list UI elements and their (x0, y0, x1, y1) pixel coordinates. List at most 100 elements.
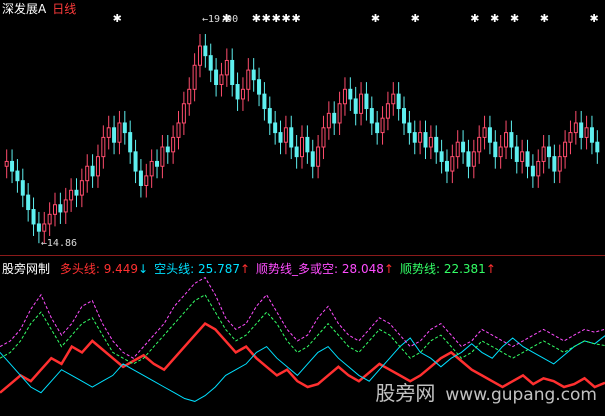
candle-body (332, 112, 337, 124)
candle-body (423, 132, 428, 148)
candle-body (267, 108, 272, 124)
candle-body (385, 103, 390, 119)
candle-body (498, 146, 503, 158)
candle-body (461, 141, 466, 153)
candle-body (471, 151, 476, 167)
candle-body (85, 165, 90, 182)
candle-body (568, 132, 573, 143)
candle-body (407, 122, 412, 134)
candle-body (514, 146, 519, 162)
candle-body (171, 136, 176, 153)
candle-body (402, 108, 407, 124)
candle-body (487, 127, 492, 143)
candle-body (4, 160, 9, 167)
candle-body (219, 74, 224, 86)
star-marker: ✱ (282, 12, 291, 25)
candle-body (450, 156, 455, 172)
watermark-text: 股旁网 (375, 381, 436, 405)
candle-body (375, 122, 380, 134)
candle-body (305, 136, 310, 153)
candle-body (391, 93, 396, 105)
candle-body (58, 204, 63, 213)
candle-body (434, 136, 439, 153)
candle-body (428, 136, 433, 148)
candle-body (278, 132, 283, 143)
star-marker: ✱ (252, 12, 261, 25)
candle-body (294, 146, 299, 158)
candle-body (26, 194, 31, 211)
candle-body (541, 146, 546, 162)
candle-body (525, 151, 530, 167)
candle-body (235, 84, 240, 100)
candle-body (466, 151, 471, 167)
stock-name: 深发展A (2, 2, 47, 16)
candle-body (589, 127, 594, 143)
candle-body (10, 160, 15, 172)
candle-body (112, 127, 117, 143)
candle-body (203, 45, 208, 57)
low-label: ←14.86 (41, 238, 77, 249)
candle-body (240, 88, 245, 100)
high-label: ←19.00 (202, 14, 238, 25)
candle-body (208, 55, 213, 71)
candle-body (128, 132, 133, 153)
candle-body (353, 98, 358, 114)
candle-body (273, 122, 278, 134)
candle-body (482, 127, 487, 138)
period-label[interactable]: 日线 (52, 2, 76, 16)
star-marker: ✱ (490, 12, 499, 25)
candle-body (520, 151, 525, 162)
candle-body (595, 141, 600, 153)
star-marker: ✱ (113, 12, 122, 25)
candle-body (133, 151, 138, 172)
candle-body (106, 127, 111, 138)
candle-body (224, 59, 229, 76)
candle-body (579, 122, 584, 138)
star-marker: ✱ (470, 12, 479, 25)
candle-body (246, 69, 251, 90)
star-marker: ✱ (262, 12, 271, 25)
candlestick-plot[interactable]: ✱ ✱ ✱ ✱ ✱ ✱ ✱ ✱ ✱ ✱ ✱ ✱ ✱ ✱←19.00←14.86 (0, 0, 605, 254)
candle-body (364, 93, 369, 110)
candle-body (165, 146, 170, 153)
series-line-2 (0, 276, 605, 359)
candle-body (289, 127, 294, 148)
chart-header: 深发展A 日线 (2, 0, 82, 17)
watermark: 股旁网 www.gupang.com (375, 377, 597, 406)
candle-body (149, 160, 154, 177)
star-marker: ✱ (411, 12, 420, 25)
candle-body (31, 209, 36, 225)
candle-body (563, 141, 568, 158)
candle-body (316, 146, 321, 167)
candle-body (584, 127, 589, 138)
candle-body (493, 141, 498, 158)
candle-body (181, 103, 186, 124)
candle-body (251, 69, 256, 81)
candle-body (197, 45, 202, 66)
candle-body (369, 108, 374, 124)
candle-body (176, 122, 181, 138)
candle-body (117, 122, 122, 143)
candle-body (418, 132, 423, 143)
candle-body (477, 136, 482, 153)
candle-body (36, 223, 41, 232)
candle-body (359, 93, 364, 114)
candle-body (536, 160, 541, 177)
candle-body (412, 132, 417, 143)
star-marker: ✱ (540, 12, 549, 25)
candle-body (396, 93, 401, 110)
series-line-3 (0, 294, 605, 365)
candle-body (509, 132, 514, 148)
candle-body (380, 117, 385, 134)
candle-body (79, 180, 84, 196)
candle-body (230, 59, 235, 86)
candle-body (53, 204, 58, 215)
star-marker: ✱ (510, 12, 519, 25)
candle-body (310, 151, 315, 167)
candle-body (144, 175, 149, 186)
candlestick-chart[interactable]: ✱ ✱ ✱ ✱ ✱ ✱ ✱ ✱ ✱ ✱ ✱ ✱ ✱ ✱ ←19.00 ←14.86 (0, 0, 605, 254)
candle-body (444, 160, 449, 172)
candle-body (42, 223, 47, 232)
candle-body (546, 146, 551, 158)
candle-body (257, 79, 262, 95)
